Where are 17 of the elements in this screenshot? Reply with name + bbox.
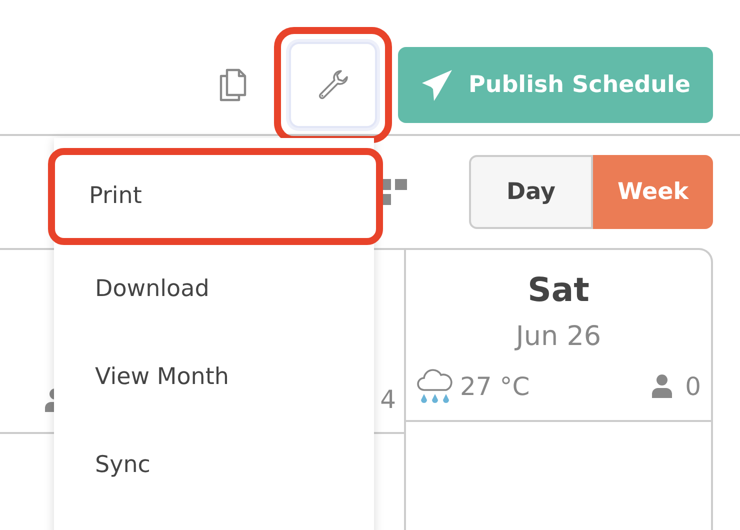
staff-count: 0 (685, 372, 701, 400)
paper-plane-icon (420, 68, 454, 102)
menu-item[interactable]: Download (54, 245, 374, 333)
wrench-icon (316, 68, 350, 102)
staff-count: 4 (380, 385, 396, 414)
wrench-button[interactable] (289, 42, 377, 128)
menu-item[interactable]: View Month (54, 333, 374, 421)
view-tab[interactable]: Day (469, 155, 593, 229)
day-name: Sat (528, 270, 590, 309)
person-icon (651, 374, 674, 398)
rain-cloud-icon (416, 366, 454, 406)
menu-item[interactable]: Sync (54, 421, 374, 509)
copy-button[interactable] (218, 67, 248, 103)
day-date: Jun 26 (516, 321, 602, 352)
copy-icon (218, 67, 248, 103)
temperature: 27 °C (460, 372, 530, 400)
menu-item[interactable]: Print (48, 148, 383, 245)
